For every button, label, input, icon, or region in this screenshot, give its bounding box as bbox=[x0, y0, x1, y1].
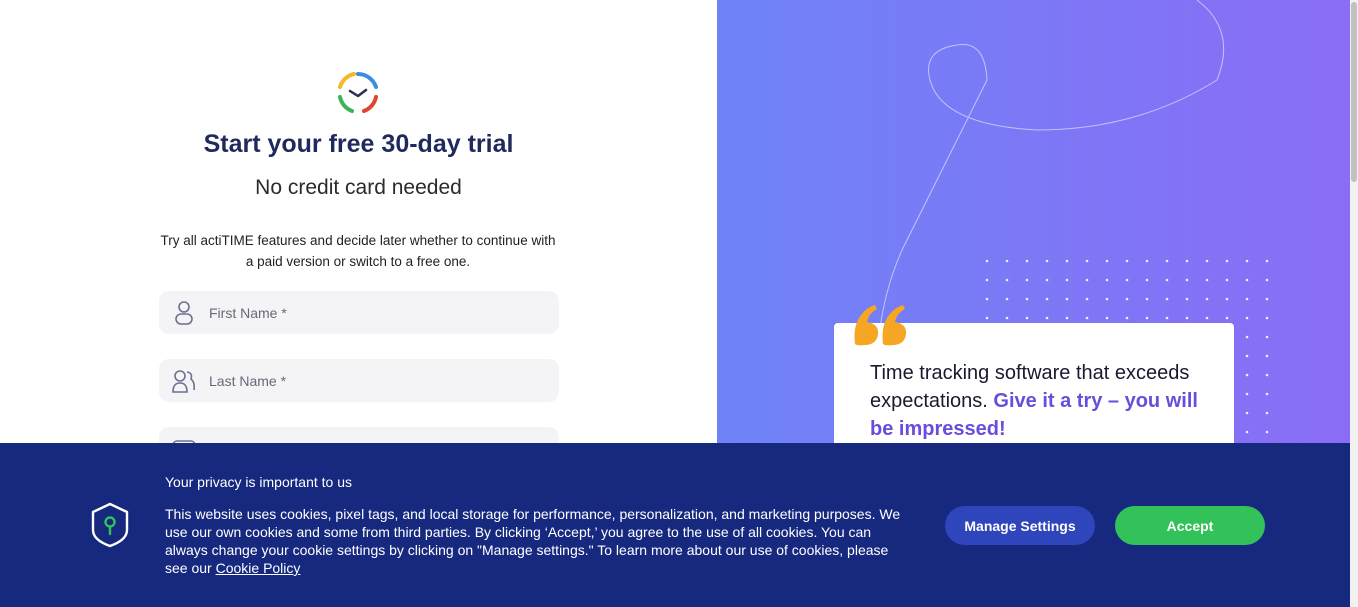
decor-dot bbox=[1225, 297, 1229, 301]
decor-dot bbox=[985, 316, 989, 320]
users-icon bbox=[159, 359, 209, 402]
decor-dot bbox=[1265, 430, 1269, 434]
first-name-input[interactable] bbox=[209, 304, 539, 321]
decor-dot bbox=[1245, 259, 1249, 263]
decor-dot bbox=[1205, 259, 1209, 263]
accept-button[interactable]: Accept bbox=[1115, 506, 1265, 545]
page-subtitle: No credit card needed bbox=[255, 176, 462, 199]
cookie-policy-link[interactable]: Cookie Policy bbox=[216, 560, 301, 576]
decor-dot bbox=[1245, 373, 1249, 377]
scrollbar-thumb[interactable] bbox=[1351, 2, 1357, 182]
decor-dot bbox=[1245, 430, 1249, 434]
manage-settings-button[interactable]: Manage Settings bbox=[945, 506, 1095, 545]
decor-dot bbox=[1245, 316, 1249, 320]
decor-dot bbox=[1205, 316, 1209, 320]
decor-dot bbox=[1065, 316, 1069, 320]
decor-dot bbox=[1105, 316, 1109, 320]
quote-mark-icon bbox=[854, 305, 907, 346]
decor-dot bbox=[1265, 373, 1269, 377]
decor-dot bbox=[1025, 278, 1029, 282]
decor-dot bbox=[1245, 335, 1249, 339]
testimonial-text: Time tracking software that exceeds expe… bbox=[870, 359, 1198, 443]
decor-dot bbox=[1005, 278, 1009, 282]
trial-description: Try all actiTIME features and decide lat… bbox=[160, 233, 556, 269]
decor-dot bbox=[1105, 259, 1109, 263]
decor-dot bbox=[1265, 259, 1269, 263]
decor-dot bbox=[1005, 259, 1009, 263]
decor-dot bbox=[1225, 278, 1229, 282]
decor-dot bbox=[1145, 297, 1149, 301]
decor-dot bbox=[1065, 259, 1069, 263]
decor-dot bbox=[1005, 297, 1009, 301]
shield-icon bbox=[91, 502, 129, 548]
decor-dot bbox=[1085, 259, 1089, 263]
decor-dot bbox=[1045, 259, 1049, 263]
decor-dot bbox=[1085, 297, 1089, 301]
decor-dot bbox=[1125, 278, 1129, 282]
first-name-field[interactable] bbox=[159, 291, 559, 334]
decor-dot bbox=[985, 259, 989, 263]
cookie-banner: Your privacy is important to us This web… bbox=[0, 443, 1350, 607]
decor-dot bbox=[1185, 297, 1189, 301]
decor-dot bbox=[1125, 297, 1129, 301]
decor-dot bbox=[1065, 278, 1069, 282]
decor-dot bbox=[1105, 297, 1109, 301]
user-icon bbox=[159, 291, 209, 334]
decor-dot bbox=[1265, 316, 1269, 320]
decor-dot bbox=[1145, 278, 1149, 282]
decor-dot bbox=[1165, 297, 1169, 301]
decor-dot bbox=[1185, 278, 1189, 282]
decor-dot bbox=[1045, 316, 1049, 320]
decor-dot bbox=[1185, 316, 1189, 320]
decor-dot bbox=[1225, 316, 1229, 320]
decor-dot bbox=[1125, 259, 1129, 263]
cookie-body: This website uses cookies, pixel tags, a… bbox=[165, 505, 910, 577]
decor-dot bbox=[1065, 297, 1069, 301]
decor-dot bbox=[1185, 259, 1189, 263]
decor-dot bbox=[1045, 278, 1049, 282]
decor-dot bbox=[1145, 259, 1149, 263]
cookie-title: Your privacy is important to us bbox=[165, 474, 353, 490]
decor-dot bbox=[1265, 297, 1269, 301]
clock-logo-icon bbox=[338, 72, 378, 113]
decor-dot bbox=[985, 297, 989, 301]
decor-dot bbox=[1025, 297, 1029, 301]
last-name-input[interactable] bbox=[209, 372, 539, 389]
decor-dot bbox=[1245, 297, 1249, 301]
decor-dot bbox=[1225, 259, 1229, 263]
decor-dot bbox=[1145, 316, 1149, 320]
decor-dot bbox=[1245, 354, 1249, 358]
decor-dot bbox=[1025, 259, 1029, 263]
decor-dot bbox=[1165, 259, 1169, 263]
decor-dot bbox=[1105, 278, 1109, 282]
decor-dot bbox=[1005, 316, 1009, 320]
decor-dot bbox=[1245, 278, 1249, 282]
decor-dot bbox=[1125, 316, 1129, 320]
decor-dot bbox=[1085, 278, 1089, 282]
decor-dot bbox=[1025, 316, 1029, 320]
decor-dot bbox=[985, 278, 989, 282]
decor-dot bbox=[1165, 278, 1169, 282]
decor-dot bbox=[1205, 278, 1209, 282]
decor-dot bbox=[1045, 297, 1049, 301]
decor-dot bbox=[1245, 411, 1249, 415]
decor-dot bbox=[1205, 297, 1209, 301]
page-title: Start your free 30-day trial bbox=[203, 130, 514, 158]
decor-dot bbox=[1245, 392, 1249, 396]
decor-dot bbox=[1165, 316, 1169, 320]
decor-dot bbox=[1265, 411, 1269, 415]
page-scrollbar[interactable] bbox=[1350, 0, 1358, 607]
last-name-field[interactable] bbox=[159, 359, 559, 402]
decor-dot bbox=[1265, 354, 1269, 358]
decor-dot bbox=[1265, 278, 1269, 282]
decor-dot bbox=[1265, 392, 1269, 396]
decor-dot bbox=[1085, 316, 1089, 320]
decor-dot bbox=[1265, 335, 1269, 339]
